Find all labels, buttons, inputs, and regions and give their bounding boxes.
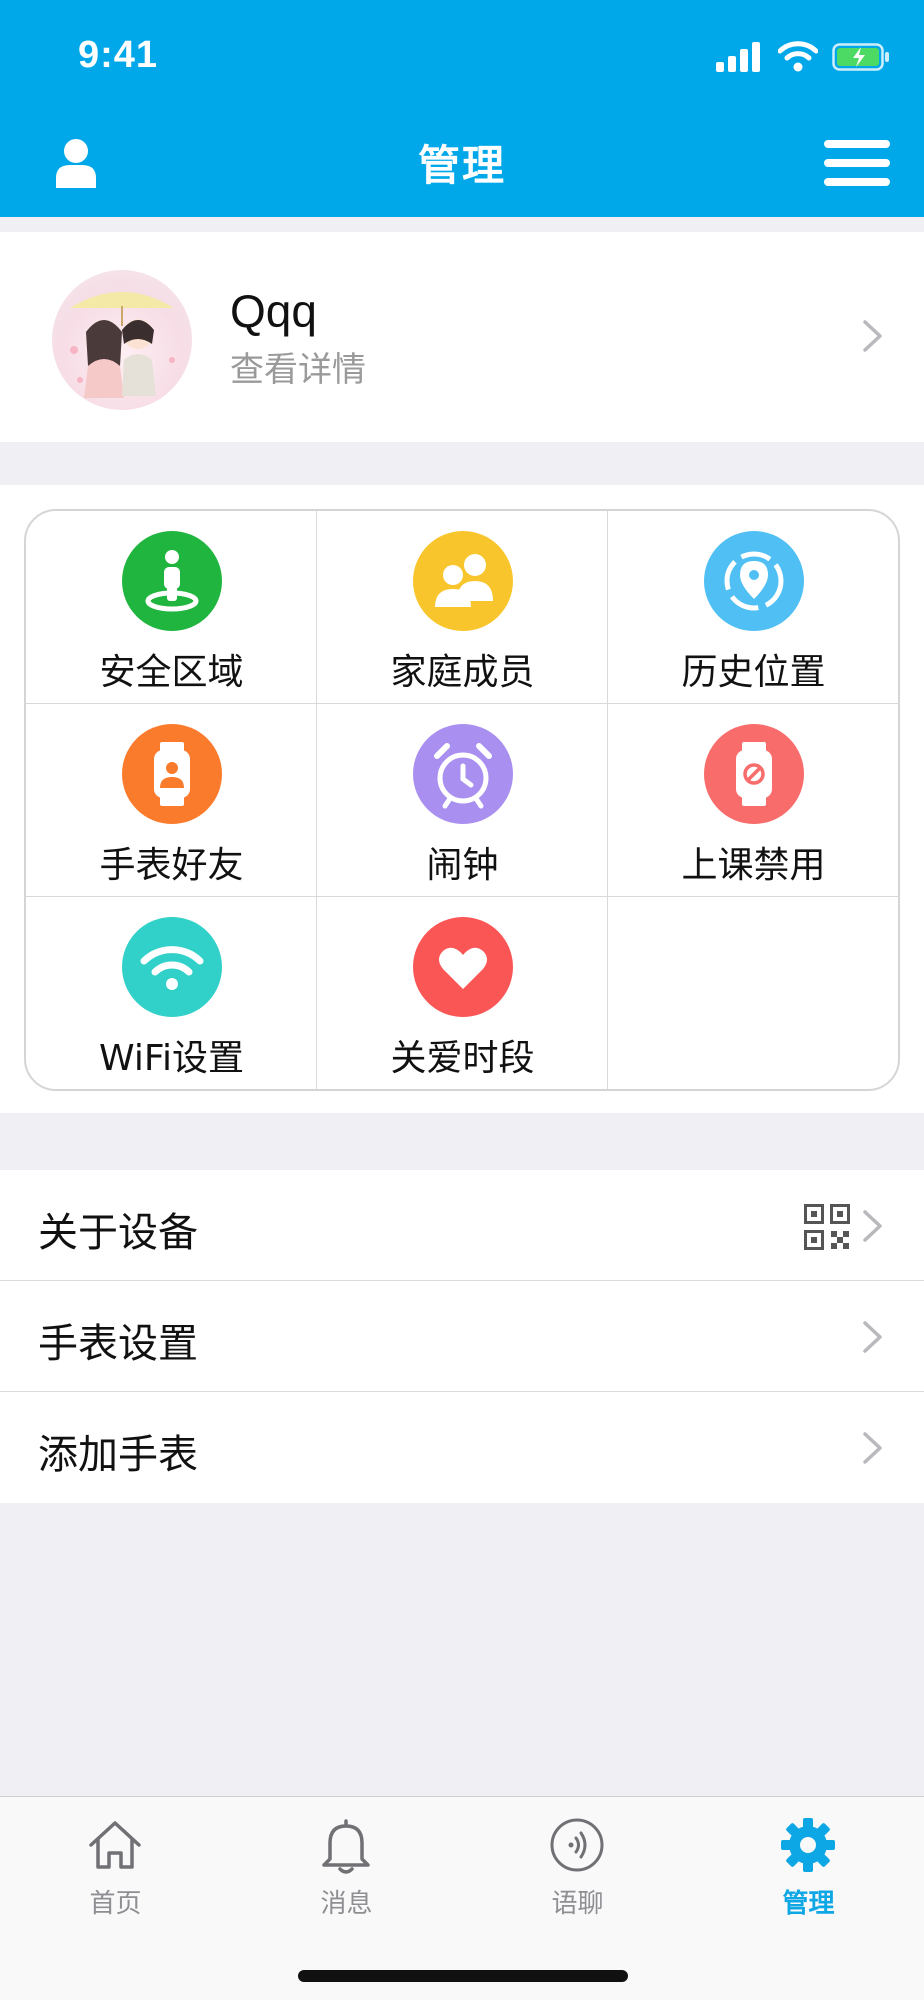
list-item-label: 添加手表 (38, 1432, 198, 1478)
tab-home[interactable]: 首页 (0, 1797, 231, 1947)
grid-item-alarm[interactable]: 闹钟 (317, 704, 608, 897)
grid-item-safe-zone[interactable]: 安全区域 (26, 511, 317, 704)
grid-item-class-disable[interactable]: 上课禁用 (608, 704, 898, 897)
grid-item-family[interactable]: 家庭成员 (317, 511, 608, 704)
grid-item-location-history[interactable]: 历史位置 (608, 511, 898, 704)
page-title: 管理 (417, 141, 506, 190)
profile-card[interactable]: Qqq 查看详情 (0, 232, 924, 442)
battery-icon (832, 43, 889, 71)
location-history-icon (704, 531, 804, 631)
grid-item-watch-friends[interactable]: 手表好友 (26, 704, 317, 897)
grid-item-label: 关爱时段 (390, 1038, 535, 1079)
watch-friend-icon (122, 724, 222, 824)
avatar (52, 270, 192, 410)
list-item-add-watch[interactable]: 添加手表 (0, 1392, 924, 1503)
settings-list: 关于设备 手表设置 添加手表 (0, 1170, 924, 1503)
list-item-watch-settings[interactable]: 手表设置 (0, 1281, 924, 1392)
tab-manage[interactable]: 管理 (693, 1797, 924, 1947)
feature-section: 安全区域 家庭成员 历史位置 手表好友 闹钟 上课禁用 WiFi设置 关爱时段 (0, 485, 924, 1113)
chevron-right-icon (863, 320, 882, 352)
tab-voice-chat[interactable]: 语聊 (462, 1797, 693, 1947)
profile-details-link[interactable]: 查看详情 (230, 342, 366, 391)
home-icon (89, 1821, 141, 1869)
grid-item-label: 手表好友 (99, 845, 244, 886)
grid-item-label: 安全区域 (99, 652, 244, 693)
tab-label: 消息 (320, 1889, 373, 1919)
grid-item-label: 历史位置 (681, 652, 826, 693)
grid-item-label: WiFi设置 (99, 1038, 244, 1079)
list-item-about-device[interactable]: 关于设备 (0, 1170, 924, 1281)
tab-label: 语聊 (551, 1889, 604, 1919)
grid-item-label: 家庭成员 (390, 652, 535, 693)
chevron-right-icon (863, 1321, 882, 1353)
status-icons (716, 40, 889, 74)
gear-icon (781, 1818, 835, 1872)
alarm-clock-icon (413, 724, 513, 824)
chevron-right-icon (863, 1432, 882, 1464)
feature-grid: 安全区域 家庭成员 历史位置 手表好友 闹钟 上课禁用 WiFi设置 关爱时段 (24, 509, 900, 1091)
top-bar: 9:41 管理 (0, 0, 924, 217)
list-item-label: 手表设置 (38, 1321, 198, 1367)
bell-icon (322, 1819, 370, 1874)
list-item-label: 关于设备 (38, 1210, 198, 1256)
class-disable-icon (704, 724, 804, 824)
grid-item-label: 上课禁用 (681, 845, 826, 886)
safe-zone-icon (122, 531, 222, 631)
grid-item-empty (608, 897, 898, 1089)
wifi-settings-icon (122, 917, 222, 1017)
profile-name: Qqq (230, 285, 317, 337)
signal-icon (716, 42, 760, 72)
grid-item-label: 闹钟 (426, 845, 499, 886)
tab-label: 首页 (89, 1889, 142, 1919)
grid-item-care-period[interactable]: 关爱时段 (317, 897, 608, 1089)
qr-code-icon[interactable] (804, 1204, 850, 1250)
tab-messages[interactable]: 消息 (231, 1797, 462, 1947)
avatar-illustration (70, 292, 175, 398)
voice-chat-icon (550, 1818, 604, 1872)
tab-label: 管理 (782, 1889, 835, 1919)
menu-icon[interactable] (824, 140, 890, 186)
grid-item-wifi-settings[interactable]: WiFi设置 (26, 897, 317, 1089)
home-indicator (298, 1970, 628, 1982)
wifi-status-icon (778, 41, 818, 72)
chevron-right-icon (863, 1210, 882, 1242)
status-time: 9:41 (78, 34, 159, 76)
heart-icon (413, 917, 513, 1017)
family-icon (413, 531, 513, 631)
